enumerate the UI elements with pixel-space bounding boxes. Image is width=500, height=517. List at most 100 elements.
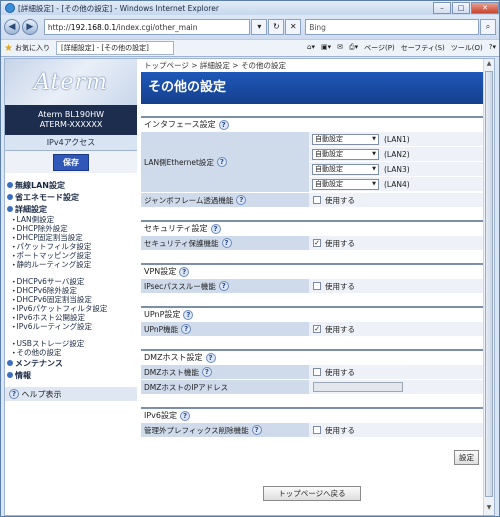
sidebar: Aterm Aterm BL190HW ATERM-XXXXXX IPv4アクセ… xyxy=(5,59,137,515)
menu-advanced[interactable]: 詳細設定 xyxy=(5,203,137,215)
vertical-scrollbar[interactable]: ▲ ▼ xyxy=(483,59,494,515)
sub-ipv6-routing[interactable]: IPv6ルーティング設定 xyxy=(5,322,137,331)
help-display[interactable]: ? ヘルプ表示 xyxy=(5,387,137,401)
sub-other-settings[interactable]: その他の設定 xyxy=(5,348,137,357)
favorites-star-icon: ★ xyxy=(4,42,13,54)
url-host: 192.168.0.1 xyxy=(70,22,117,32)
help-icon[interactable]: ? xyxy=(179,267,190,277)
access-mode: IPv4アクセス xyxy=(5,135,137,151)
upnp-label: UPnP機能 xyxy=(144,324,179,334)
security-checkbox[interactable]: ✓ xyxy=(313,239,321,247)
url-path: /index.cgi/other_main xyxy=(116,22,198,32)
lan1-select[interactable]: 自動設定 xyxy=(312,133,379,145)
scroll-up-icon[interactable]: ▲ xyxy=(484,60,494,70)
address-bar[interactable]: http://192.168.0.1/index.cgi/other_main xyxy=(43,19,251,35)
sub-dhcpv6-fixed[interactable]: DHCPv6固定割当設定 xyxy=(5,295,137,304)
apply-button[interactable]: 設定 xyxy=(454,450,479,465)
tools-menu[interactable]: ツール(O) xyxy=(451,43,483,53)
security-protect-label: セキュリティ保護機能 xyxy=(144,238,219,248)
sub-dhcp-fixed[interactable]: DHCP固定割当設定 xyxy=(5,233,137,242)
dmz-host-label: DMZホスト機能 xyxy=(144,367,199,377)
help-icon[interactable]: ?▾ xyxy=(489,43,496,53)
help-icon[interactable]: ? xyxy=(181,324,192,334)
sub-static-routing[interactable]: 静的ルーティング設定 xyxy=(5,260,137,269)
vpn-section: VPN設定? IPsecパススルー機能? 使用する xyxy=(141,263,483,294)
bullet-icon xyxy=(7,182,13,188)
back-icon[interactable]: ◀ xyxy=(4,19,20,35)
help-icon[interactable]: ? xyxy=(183,310,194,320)
close-button[interactable]: ✕ xyxy=(471,2,499,14)
sub-usb-storage[interactable]: USBストレージ設定 xyxy=(5,339,137,348)
prefix-delete-label: 管理外プレフィックス削除機能 xyxy=(144,425,249,435)
safety-menu[interactable]: セーフティ(S) xyxy=(401,43,445,53)
search-input[interactable]: Bing xyxy=(305,19,480,35)
back-to-top-button[interactable]: トップページへ戻る xyxy=(263,486,361,501)
help-icon[interactable]: ? xyxy=(216,157,227,167)
browser-tab[interactable]: [詳細設定] - [その他の設定] xyxy=(55,41,174,55)
mail-icon[interactable]: ✉ xyxy=(337,43,343,53)
browser-window: [詳細設定] - [その他の設定] - Windows Internet Exp… xyxy=(0,0,500,517)
lan2-label: (LAN2) xyxy=(384,149,410,159)
minimize-button[interactable]: – xyxy=(433,2,451,14)
help-icon[interactable]: ? xyxy=(210,224,221,234)
sub-ipv6-packet-filter[interactable]: IPv6パケットフィルタ設定 xyxy=(5,304,137,313)
bullet-icon xyxy=(7,194,13,200)
maximize-button[interactable]: □ xyxy=(452,2,470,14)
refresh-icon[interactable]: ↻ xyxy=(268,19,285,35)
section-heading: VPN設定 xyxy=(144,267,177,276)
save-button[interactable]: 保存 xyxy=(53,153,89,171)
sub-dhcpv6-exclude[interactable]: DHCPv6除外設定 xyxy=(5,286,137,295)
model-box: Aterm BL190HW ATERM-XXXXXX xyxy=(5,105,137,135)
ipsec-passthrough-label: IPsecパススルー機能 xyxy=(144,281,216,291)
prefix-delete-checkbox[interactable] xyxy=(313,426,321,434)
dmz-ip-input[interactable] xyxy=(313,382,403,392)
stop-icon[interactable]: ✕ xyxy=(285,19,302,35)
sub-ipv6-host[interactable]: IPv6ホスト公開設定 xyxy=(5,313,137,322)
dmz-checkbox[interactable] xyxy=(313,368,321,376)
sub-port-mapping[interactable]: ポートマッピング設定 xyxy=(5,251,137,260)
help-icon[interactable]: ? xyxy=(218,281,229,291)
lan4-select[interactable]: 自動設定 xyxy=(312,178,379,190)
sub-packet-filter[interactable]: パケットフィルタ設定 xyxy=(5,242,137,251)
feeds-icon[interactable]: ▣▾ xyxy=(321,43,331,53)
scroll-down-icon[interactable]: ▼ xyxy=(484,504,494,514)
lan2-select[interactable]: 自動設定 xyxy=(312,148,379,160)
help-icon[interactable]: ? xyxy=(218,120,229,130)
sidebar-menu: 無線LAN設定 省エネモード設定 詳細設定 LAN側設定 DHCP除外設定 DH… xyxy=(5,173,137,401)
menu-eco-mode[interactable]: 省エネモード設定 xyxy=(5,191,137,203)
sub-dhcpv6-server[interactable]: DHCPv6サーバ設定 xyxy=(5,277,137,286)
print-icon[interactable]: ⎙▾ xyxy=(349,43,358,53)
favorites-button[interactable]: ★ お気に入り xyxy=(4,43,50,54)
upnp-checkbox[interactable]: ✓ xyxy=(313,325,321,333)
sub-dhcp-exclude[interactable]: DHCP除外設定 xyxy=(5,224,137,233)
help-icon[interactable]: ? xyxy=(221,238,232,248)
help-icon[interactable]: ? xyxy=(205,353,216,363)
search-icon[interactable]: ⌕ xyxy=(480,19,496,35)
lan3-select[interactable]: 自動設定 xyxy=(312,163,379,175)
page-menu[interactable]: ページ(P) xyxy=(364,43,395,53)
menu-maintenance[interactable]: メンテナンス xyxy=(5,357,137,369)
menu-wireless-lan[interactable]: 無線LAN設定 xyxy=(5,179,137,191)
bullet-icon xyxy=(7,360,13,366)
home-icon[interactable]: ⌂▾ xyxy=(307,43,315,53)
scroll-thumb[interactable] xyxy=(485,71,493,497)
help-icon[interactable]: ? xyxy=(201,367,212,377)
dmz-ip-label: DMZホストのIPアドレス xyxy=(144,382,229,392)
favorites-label: お気に入り xyxy=(14,44,50,52)
help-icon[interactable]: ? xyxy=(251,425,262,435)
help-icon[interactable]: ? xyxy=(180,411,191,421)
page-title: その他の設定 xyxy=(141,72,483,104)
sub-lan-settings[interactable]: LAN側設定 xyxy=(5,215,137,224)
help-icon[interactable]: ? xyxy=(236,195,247,205)
model-name: Aterm BL190HW xyxy=(37,110,104,119)
breadcrumb[interactable]: トップページ > 詳細設定 > その他の設定 xyxy=(141,59,483,72)
ie-logo-icon xyxy=(5,3,15,13)
section-heading: UPnP設定 xyxy=(144,310,181,319)
forward-icon[interactable]: ▶ xyxy=(21,19,38,35)
dropdown-icon[interactable]: ▾ xyxy=(251,19,268,35)
menu-info[interactable]: 情報 xyxy=(5,369,137,381)
jumbo-frame-checkbox[interactable] xyxy=(313,196,321,204)
section-heading: インタフェース設定 xyxy=(144,120,216,129)
ipsec-checkbox[interactable] xyxy=(313,282,321,290)
section-heading: IPv6設定 xyxy=(144,411,178,420)
